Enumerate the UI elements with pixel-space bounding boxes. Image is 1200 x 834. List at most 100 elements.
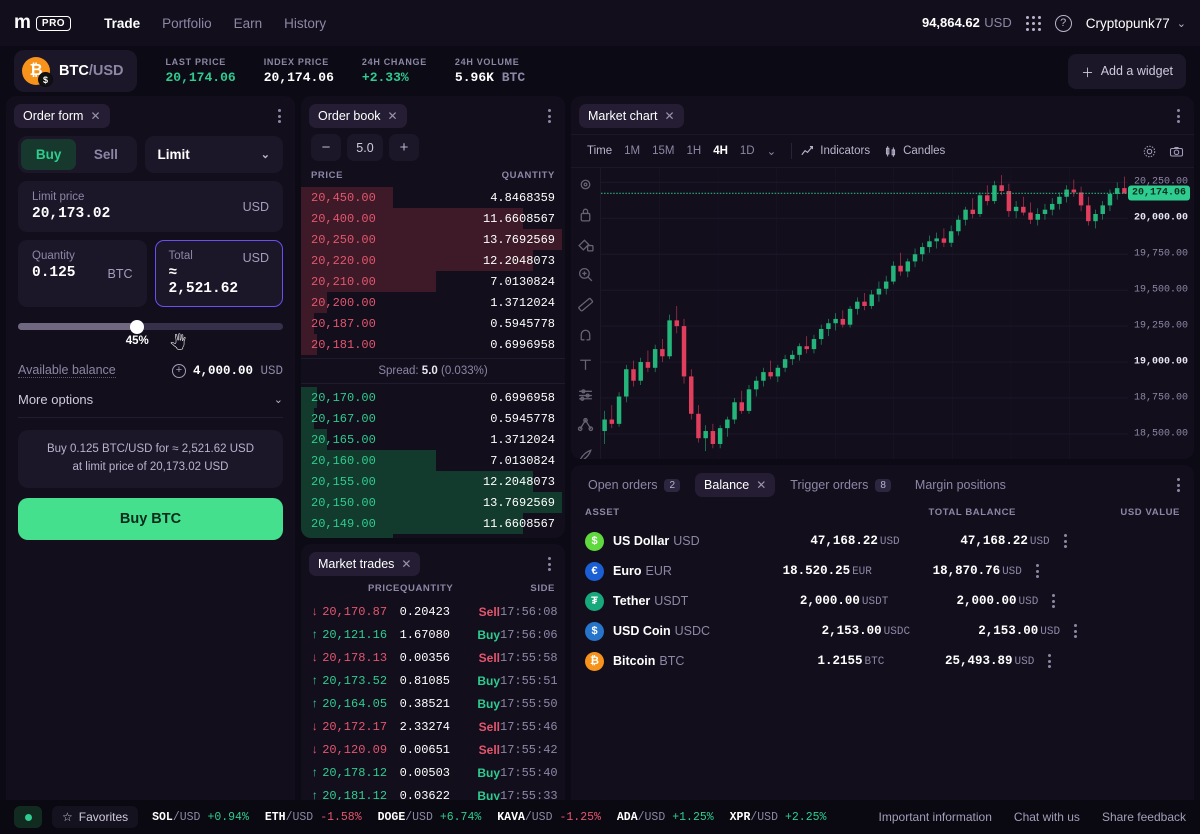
trade-row[interactable]: ↑ 20,178.12 0.00503 Buy 17:55:40 bbox=[301, 761, 565, 784]
trade-row[interactable]: ↓ 20,178.13 0.00356 Sell 17:55:58 bbox=[301, 646, 565, 669]
fib-nodes-icon[interactable] bbox=[577, 416, 594, 433]
measure-lock-icon[interactable] bbox=[577, 236, 594, 253]
tab-market-chart[interactable]: Market chart ✕ bbox=[579, 104, 684, 128]
timeframe-15M[interactable]: 15M bbox=[646, 142, 680, 160]
watchlist-ticker[interactable]: KAVA/USD -1.25% bbox=[497, 811, 601, 824]
slider-track[interactable] bbox=[18, 323, 283, 330]
trade-row[interactable]: ↑ 20,173.52 0.81085 Buy 17:55:51 bbox=[301, 669, 565, 692]
quantity-field[interactable]: Quantity 0.125 BTC bbox=[18, 240, 147, 307]
order-book-row[interactable]: 20,400.00 11.6608567 bbox=[301, 208, 565, 229]
tab-open-orders[interactable]: Open orders 2 bbox=[579, 473, 689, 497]
decrease-grouping-button[interactable]: − bbox=[311, 134, 341, 161]
connection-status[interactable] bbox=[14, 806, 42, 828]
settings-sliders-icon[interactable] bbox=[577, 386, 594, 403]
trade-row[interactable]: ↓ 20,120.09 0.00651 Sell 17:55:42 bbox=[301, 738, 565, 761]
sell-tab[interactable]: Sell bbox=[78, 139, 133, 170]
balance-row[interactable]: $ USD Coin USDC 2,153.00 USDC 2,153.00 USD bbox=[571, 616, 1194, 646]
order-book-row[interactable]: 20,187.00 0.5945778 bbox=[301, 313, 565, 334]
tab-order-book[interactable]: Order book ✕ bbox=[309, 104, 407, 128]
timeframe-more-icon[interactable]: ⌄ bbox=[761, 141, 783, 161]
watchlist-ticker[interactable]: XPR/USD +2.25% bbox=[730, 811, 827, 824]
tab-balance[interactable]: Balance ✕ bbox=[695, 473, 776, 497]
tab-trigger-orders[interactable]: Trigger orders 8 bbox=[781, 473, 900, 497]
nav-item-history[interactable]: History bbox=[273, 10, 337, 37]
buy-tab[interactable]: Buy bbox=[21, 139, 77, 170]
link-share-feedback[interactable]: Share feedback bbox=[1102, 810, 1186, 824]
ruler-icon[interactable] bbox=[577, 296, 594, 313]
row-menu-button[interactable] bbox=[1035, 564, 1039, 578]
tab-order-form[interactable]: Order form ✕ bbox=[14, 104, 110, 128]
candles-button[interactable]: Candles bbox=[884, 145, 945, 158]
timeframe-1M[interactable]: 1M bbox=[618, 142, 646, 160]
tab-margin-positions[interactable]: Margin positions bbox=[906, 473, 1015, 497]
nav-item-earn[interactable]: Earn bbox=[223, 10, 274, 37]
order-book-row[interactable]: 20,200.00 1.3712024 bbox=[301, 292, 565, 313]
crosshair-icon[interactable] bbox=[577, 176, 594, 193]
pen-icon[interactable] bbox=[577, 446, 594, 459]
chart-plot-area[interactable] bbox=[601, 168, 1128, 459]
lock-icon[interactable] bbox=[577, 206, 594, 223]
slider-knob[interactable] bbox=[130, 319, 145, 334]
order-book-row[interactable]: 20,160.00 7.0130824 bbox=[301, 450, 565, 471]
trade-row[interactable]: ↓ 20,172.17 2.33274 Sell 17:55:46 bbox=[301, 715, 565, 738]
camera-icon[interactable] bbox=[1169, 144, 1184, 159]
nav-item-portfolio[interactable]: Portfolio bbox=[151, 10, 223, 37]
add-funds-icon[interactable]: + bbox=[171, 363, 186, 378]
balance-row[interactable]: ₿ Bitcoin BTC 1.2155 BTC 25,493.89 USD bbox=[571, 646, 1194, 676]
text-icon[interactable] bbox=[577, 356, 594, 373]
trade-row[interactable]: ↑ 20,164.05 0.38521 Buy 17:55:50 bbox=[301, 692, 565, 715]
submit-order-button[interactable]: Buy BTC bbox=[18, 497, 283, 540]
timeframe-1D[interactable]: 1D bbox=[734, 142, 761, 160]
order-book-row[interactable]: 20,250.00 13.7692569 bbox=[301, 229, 565, 250]
order-book-row[interactable]: 20,220.00 12.2048073 bbox=[301, 250, 565, 271]
help-circle-icon[interactable]: ? bbox=[1054, 14, 1072, 32]
order-book-row[interactable]: 20,210.00 7.0130824 bbox=[301, 271, 565, 292]
order-book-row[interactable]: 20,155.00 12.2048073 bbox=[301, 471, 565, 492]
favorites-button[interactable]: ☆ Favorites bbox=[52, 806, 139, 828]
row-menu-button[interactable] bbox=[1052, 594, 1056, 608]
watchlist-ticker[interactable]: DOGE/USD +6.74% bbox=[378, 811, 482, 824]
order-book-menu-button[interactable] bbox=[542, 105, 557, 127]
watchlist-ticker[interactable]: SOL/USD +0.94% bbox=[152, 811, 249, 824]
order-book-row[interactable]: 20,149.00 11.6608567 bbox=[301, 513, 565, 534]
amount-slider[interactable]: 45% 🖑 bbox=[18, 319, 283, 353]
tab-market-trades[interactable]: Market trades ✕ bbox=[309, 552, 421, 576]
pair-selector[interactable]: ₿ $ BTC/USD bbox=[14, 50, 138, 92]
close-icon[interactable]: ✕ bbox=[388, 110, 398, 122]
positions-menu-button[interactable] bbox=[1171, 474, 1186, 496]
order-book-row[interactable]: 20,167.00 0.5945778 bbox=[301, 408, 565, 429]
row-menu-button[interactable] bbox=[1063, 534, 1067, 548]
limit-price-field[interactable]: Limit price 20,173.02 USD bbox=[18, 181, 283, 232]
order-book-row[interactable]: 20,150.00 13.7692569 bbox=[301, 492, 565, 513]
order-type-select[interactable]: Limit ⌄ bbox=[144, 136, 283, 173]
trade-row[interactable]: ↑ 20,121.16 1.67080 Buy 17:56:06 bbox=[301, 623, 565, 646]
balance-row[interactable]: $ US Dollar USD 47,168.22 USD 47,168.22 USD bbox=[571, 526, 1194, 556]
order-book-row[interactable]: 20,450.00 4.8468359 bbox=[301, 187, 565, 208]
logo[interactable]: m PRO bbox=[14, 12, 72, 34]
close-icon[interactable]: ✕ bbox=[664, 110, 674, 122]
balance-row[interactable]: ₮ Tether USDT 2,000.00 USDT 2,000.00 USD bbox=[571, 586, 1194, 616]
row-menu-button[interactable] bbox=[1048, 654, 1052, 668]
balance-row[interactable]: € Euro EUR 18.520.25 EUR 18,870.76 USD bbox=[571, 556, 1194, 586]
close-icon[interactable]: ✕ bbox=[90, 110, 100, 122]
close-icon[interactable]: ✕ bbox=[401, 558, 411, 570]
magnet-icon[interactable] bbox=[577, 326, 594, 343]
market-chart-menu-button[interactable] bbox=[1171, 105, 1186, 127]
add-widget-button[interactable]: ＋ Add a widget bbox=[1068, 53, 1186, 89]
link-chat-with-us[interactable]: Chat with us bbox=[1014, 810, 1080, 824]
apps-grid-icon[interactable] bbox=[1025, 15, 1041, 31]
chart-price-axis[interactable]: 20,250.00 20,000.00 19,750.00 19,500.00 19,2… bbox=[1127, 168, 1194, 459]
increase-grouping-button[interactable]: + bbox=[389, 134, 419, 161]
grouping-value[interactable]: 5.0 bbox=[347, 134, 383, 161]
gear-icon[interactable] bbox=[1142, 144, 1157, 159]
order-book-row[interactable]: 20,165.00 1.3712024 bbox=[301, 429, 565, 450]
order-book-row[interactable]: 20,181.00 0.6996958 bbox=[301, 334, 565, 355]
order-book-row[interactable]: 20,170.00 0.6996958 bbox=[301, 387, 565, 408]
user-menu[interactable]: Cryptopunk77 ⌄ bbox=[1086, 16, 1186, 31]
timeframe-1H[interactable]: 1H bbox=[681, 142, 708, 160]
timeframe-4H[interactable]: 4H bbox=[707, 142, 734, 160]
watchlist-ticker[interactable]: ADA/USD +1.25% bbox=[617, 811, 714, 824]
total-field[interactable]: Total ≈ 2,521.62 USD bbox=[154, 240, 283, 307]
order-book-row[interactable]: 20,140.00 4.8468359 bbox=[301, 534, 565, 538]
more-options-toggle[interactable]: More options ⌄ bbox=[18, 392, 283, 418]
